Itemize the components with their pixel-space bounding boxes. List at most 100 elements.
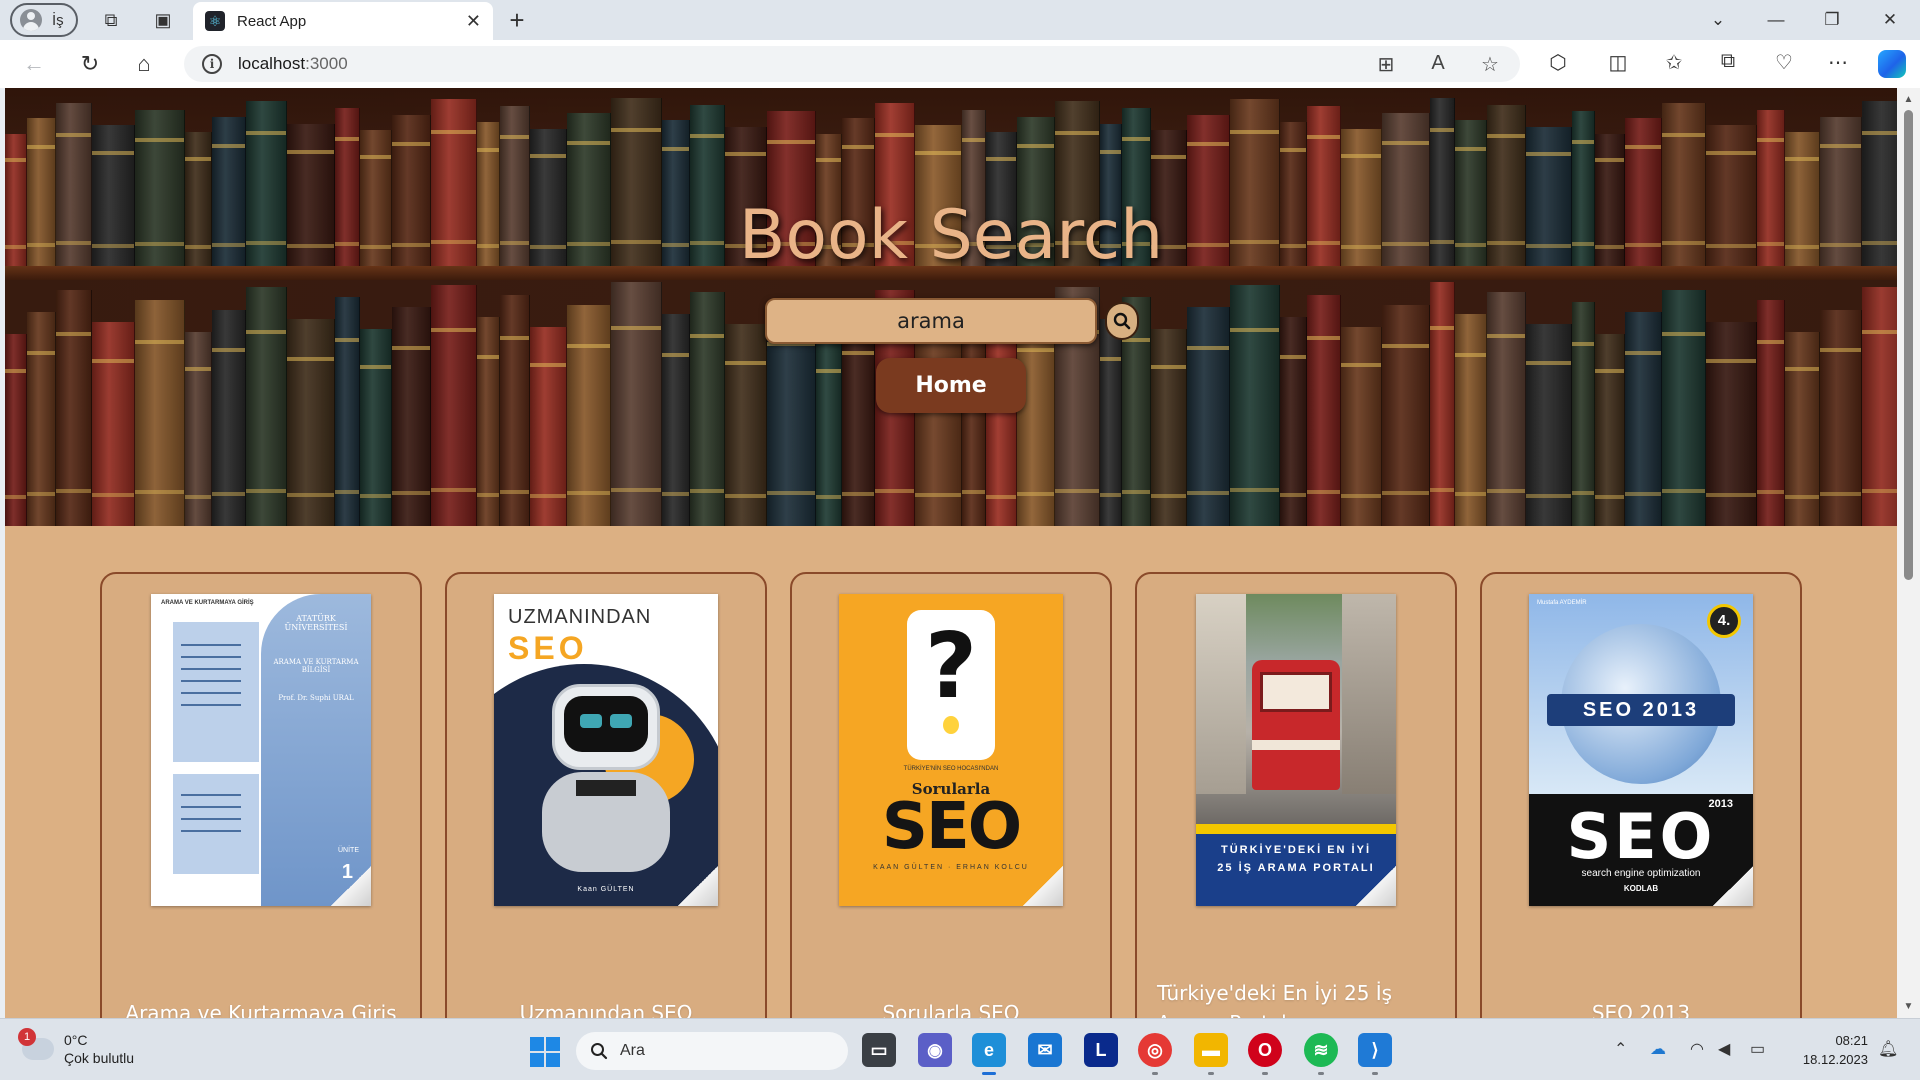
file-explorer-icon[interactable]: ▬ <box>1194 1033 1228 1075</box>
page-curl <box>1713 866 1753 906</box>
book-card[interactable]: UZMANINDAN SEO Kaan GÜLTEN Uzmanından SE… <box>445 572 767 1018</box>
cover-line <box>181 656 241 658</box>
favorite-star-icon[interactable]: ☆ <box>1476 52 1504 77</box>
avatar-icon <box>20 9 42 31</box>
tab-title: React App <box>237 12 307 30</box>
minimize-button[interactable]: — <box>1756 6 1796 34</box>
robot-eye <box>580 714 602 728</box>
collections-icon[interactable]: ⧉ <box>1712 50 1744 73</box>
site-info-icon[interactable]: i <box>202 54 222 74</box>
book-card[interactable]: ? TÜRKİYE'NİN SEO HOCASI'NDAN Sorularla … <box>790 572 1112 1018</box>
robot-eye <box>610 714 632 728</box>
windows-logo-icon <box>546 1053 560 1067</box>
extensions-icon[interactable]: ⬡ <box>1542 50 1574 75</box>
profile-button[interactable]: İş <box>10 3 78 37</box>
cover-big-title: SEO <box>1566 800 1716 873</box>
volume-icon[interactable]: ◀ <box>1718 1039 1730 1059</box>
book-card[interactable]: ARAMA VE KURTARMAYA GİRİŞ ATATÜRK ÜNİVER… <box>100 572 422 1018</box>
cover-university: ATATÜRK ÜNİVERSİTESİ <box>284 614 348 632</box>
close-window-button[interactable]: ✕ <box>1870 6 1910 34</box>
address-host: localhost <box>238 54 306 73</box>
edition-badge: 4. <box>1707 604 1741 638</box>
search-icon <box>591 1043 608 1060</box>
show-hidden-icons-icon[interactable]: ⌃ <box>1614 1039 1627 1059</box>
scroll-thumb[interactable] <box>1904 110 1913 580</box>
notification-bell-icon[interactable]: 🔔︎ <box>1878 1039 1898 1059</box>
chrome-icon[interactable]: ◎ <box>1138 1033 1172 1075</box>
battery-icon[interactable]: ▭ <box>1750 1039 1765 1059</box>
wifi-icon[interactable]: ◠ <box>1690 1039 1704 1059</box>
spotify-icon[interactable]: ≋ <box>1304 1033 1338 1075</box>
copilot-icon[interactable] <box>1878 50 1906 78</box>
close-tab-icon[interactable]: ✕ <box>466 11 481 32</box>
onedrive-icon[interactable]: ☁ <box>1650 1039 1666 1059</box>
cover-author: Mustafa AYDEMİR <box>1537 600 1587 606</box>
cover-year: 2013 <box>1708 798 1733 810</box>
cover-header: ARAMA VE KURTARMAYA GİRİŞ <box>161 600 254 606</box>
teams-icon[interactable]: ◉ <box>918 1033 952 1067</box>
windows-logo-icon <box>530 1037 544 1051</box>
weather-temp: 0°C <box>64 1032 88 1048</box>
windows-logo-icon <box>546 1037 560 1051</box>
cloud-icon: 1 <box>18 1028 54 1060</box>
back-arrow-icon[interactable]: ← <box>16 48 52 80</box>
cover-line <box>181 794 241 796</box>
page-curl <box>1356 866 1396 906</box>
taskbar-search[interactable]: Ara <box>576 1032 848 1070</box>
page-curl <box>331 866 371 906</box>
edge-icon[interactable]: e <box>972 1033 1006 1075</box>
taskbar-search-placeholder: Ara <box>620 1042 645 1059</box>
cover-author: Prof. Dr. Suphi URAL <box>278 694 354 702</box>
robot-face <box>564 696 648 752</box>
restore-button[interactable]: ❐ <box>1812 6 1852 34</box>
question-mark-icon: ? <box>924 614 978 719</box>
cover-unit-label: ÜNİTE <box>338 847 359 854</box>
page-content: Book Search arama Home ARAMA VE KURTARMA… <box>5 88 1897 1018</box>
cover-ribbon: SEO 2013 <box>1547 694 1735 726</box>
browser-essentials-icon[interactable]: ♡ <box>1768 50 1800 75</box>
new-tab-button[interactable]: + <box>502 5 532 36</box>
search-button[interactable] <box>1105 302 1139 340</box>
browser-titlebar: İş ⧉ ▣ ⚛ React App ✕ + ⌄ — ❐ ✕ <box>0 0 1920 40</box>
search-input[interactable]: arama <box>765 298 1097 344</box>
book-cover: ARAMA VE KURTARMAYA GİRİŞ ATATÜRK ÜNİVER… <box>151 594 371 906</box>
read-aloud-icon[interactable]: A <box>1424 52 1452 75</box>
scroll-down-arrow-icon[interactable]: ▼ <box>1897 1001 1920 1012</box>
home-button[interactable]: Home <box>876 358 1026 413</box>
book-title: Türkiye'deki En İyi 25 İş Arama Portalı <box>1157 981 1393 1018</box>
vertical-tabs-icon[interactable]: ▣ <box>148 6 178 34</box>
cover-line <box>181 680 241 682</box>
scroll-up-arrow-icon[interactable]: ▲ <box>1897 94 1920 105</box>
l-app-icon[interactable]: L <box>1084 1033 1118 1067</box>
cover-box <box>173 774 259 874</box>
opera-icon[interactable]: O <box>1248 1033 1282 1075</box>
page-title: Book Search <box>738 196 1164 275</box>
home-icon[interactable]: ⌂ <box>126 48 162 80</box>
cover-subtitle: ARAMA VE KURTARMA BİLGİSİ <box>273 658 359 674</box>
task-view-icon[interactable]: ▭ <box>862 1033 896 1067</box>
robot-chest <box>576 780 636 796</box>
mail-icon[interactable]: ✉ <box>1028 1033 1062 1067</box>
hero-bookshelf: Book Search arama Home <box>5 88 1897 526</box>
tab-list-chevron-icon[interactable]: ⌄ <box>1698 6 1738 34</box>
cover-line <box>181 704 241 706</box>
book-card[interactable]: Mustafa AYDEMİR 4. SEO 2013 SEO 2013 sea… <box>1480 572 1802 1018</box>
lightbulb-icon <box>943 716 959 734</box>
start-button[interactable] <box>530 1037 560 1067</box>
favorites-icon[interactable]: ✩ <box>1658 50 1690 75</box>
address-bar[interactable]: i localhost:3000 ⊞ A ☆ <box>184 46 1520 82</box>
app-available-icon[interactable]: ⊞ <box>1372 52 1400 77</box>
book-card[interactable]: TÜRKİYE'DEKİ EN İYİ 25 İŞ ARAMA PORTALI … <box>1135 572 1457 1018</box>
workspaces-icon[interactable]: ⧉ <box>96 6 126 34</box>
system-clock[interactable]: 08:21 18.12.2023 <box>1788 1031 1868 1069</box>
more-options-icon[interactable]: ⋯ <box>1822 50 1854 75</box>
clock-time: 08:21 <box>1835 1033 1868 1048</box>
split-screen-icon[interactable]: ◫ <box>1602 50 1634 75</box>
refresh-icon[interactable]: ↻ <box>72 48 108 80</box>
vscode-icon[interactable]: ⟩ <box>1358 1033 1392 1075</box>
tab-react-app[interactable]: ⚛ React App ✕ <box>193 2 493 40</box>
page-scrollbar[interactable]: ▲ ▼ <box>1897 88 1920 1018</box>
cover-line <box>181 830 241 832</box>
weather-widget[interactable]: 1 0°C Çok bulutlu <box>18 1028 134 1067</box>
cover-line <box>181 692 241 694</box>
